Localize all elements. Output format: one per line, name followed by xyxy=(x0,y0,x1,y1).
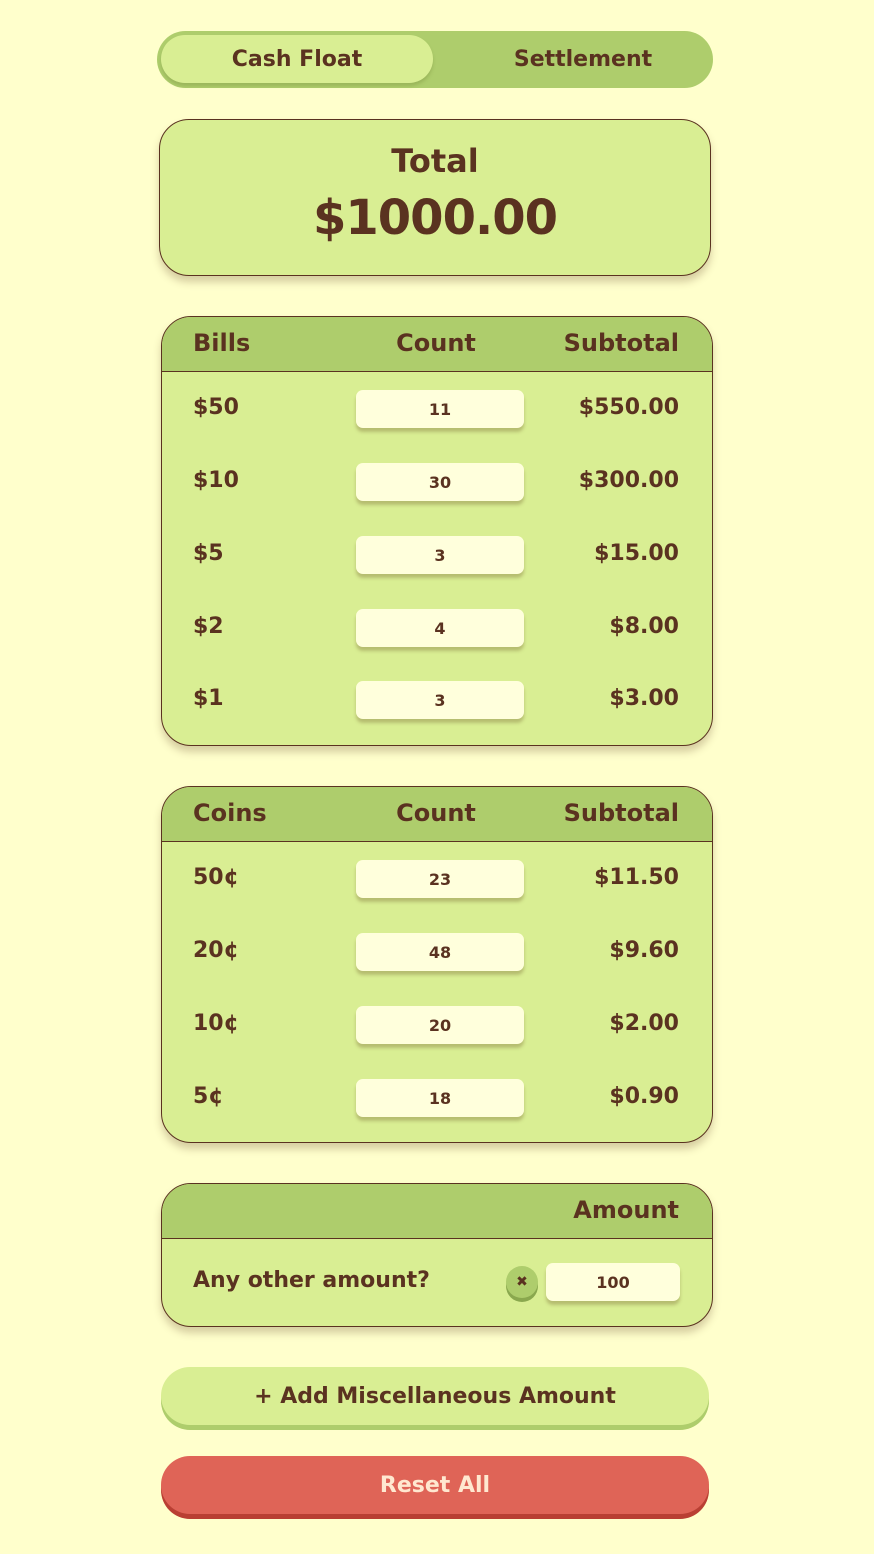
coins-header-subtotal: Subtotal xyxy=(563,799,679,827)
coins-table: Coins Count Subtotal 50¢ $11.50 20¢ $9.6… xyxy=(161,786,713,1143)
denomination-label: 5¢ xyxy=(193,1084,224,1109)
row-subtotal: $15.00 xyxy=(594,541,679,566)
misc-table-header: Amount xyxy=(162,1184,712,1239)
row-subtotal: $550.00 xyxy=(578,395,679,420)
total-card: Total $1000.00 xyxy=(159,119,711,276)
count-input[interactable] xyxy=(356,390,524,428)
misc-amount-label: Any other amount? xyxy=(193,1268,430,1293)
add-misc-amount-button[interactable]: + Add Miscellaneous Amount xyxy=(161,1367,709,1425)
misc-amount-table: Amount Any other amount? ✖ xyxy=(161,1183,713,1327)
bills-header-count: Count xyxy=(396,329,476,357)
bills-table-header: Bills Count Subtotal xyxy=(162,317,712,372)
denomination-label: $5 xyxy=(193,541,224,566)
count-input[interactable] xyxy=(356,463,524,501)
table-row: $1 $3.00 xyxy=(162,680,712,720)
count-input[interactable] xyxy=(356,609,524,647)
table-row: $5 $15.00 xyxy=(162,535,712,575)
clear-amount-button[interactable]: ✖ xyxy=(506,1266,538,1298)
bills-header-subtotal: Subtotal xyxy=(563,329,679,357)
row-subtotal: $2.00 xyxy=(609,1011,679,1036)
denomination-label: 20¢ xyxy=(193,938,239,963)
reset-all-button[interactable]: Reset All xyxy=(161,1456,709,1514)
count-input[interactable] xyxy=(356,1006,524,1044)
total-value: $1000.00 xyxy=(312,190,558,246)
table-row: $10 $300.00 xyxy=(162,462,712,502)
denomination-label: 50¢ xyxy=(193,865,239,890)
misc-header-amount: Amount xyxy=(573,1196,679,1224)
table-row: $2 $8.00 xyxy=(162,608,712,648)
denomination-label: 10¢ xyxy=(193,1011,239,1036)
cash-counter-app: Cash Float Settlement Total $1000.00 Bil… xyxy=(0,0,874,1554)
table-row: 10¢ $2.00 xyxy=(162,1005,712,1045)
close-icon: ✖ xyxy=(516,1274,528,1290)
coins-header-label: Coins xyxy=(193,799,267,827)
table-row: 50¢ $11.50 xyxy=(162,859,712,899)
denomination-label: $50 xyxy=(193,395,239,420)
count-input[interactable] xyxy=(356,933,524,971)
row-subtotal: $11.50 xyxy=(594,865,679,890)
bills-table: Bills Count Subtotal $50 $550.00 $10 $30… xyxy=(161,316,713,746)
row-subtotal: $9.60 xyxy=(609,938,679,963)
count-input[interactable] xyxy=(356,860,524,898)
table-row: 20¢ $9.60 xyxy=(162,932,712,972)
tab-bar: Cash Float Settlement xyxy=(157,31,713,88)
misc-amount-input[interactable] xyxy=(546,1263,680,1301)
table-row: 5¢ $0.90 xyxy=(162,1078,712,1118)
tab-settlement[interactable]: Settlement xyxy=(453,35,713,83)
bills-header-label: Bills xyxy=(193,329,251,357)
row-subtotal: $300.00 xyxy=(578,468,679,493)
coins-header-count: Count xyxy=(396,799,476,827)
count-input[interactable] xyxy=(356,681,524,719)
denomination-label: $2 xyxy=(193,614,224,639)
tab-cash-float[interactable]: Cash Float xyxy=(161,35,433,83)
row-subtotal: $0.90 xyxy=(609,1084,679,1109)
denomination-label: $1 xyxy=(193,686,224,711)
denomination-label: $10 xyxy=(193,468,239,493)
coins-table-header: Coins Count Subtotal xyxy=(162,787,712,842)
count-input[interactable] xyxy=(356,1079,524,1117)
count-input[interactable] xyxy=(356,536,524,574)
table-row: $50 $550.00 xyxy=(162,389,712,429)
row-subtotal: $3.00 xyxy=(609,686,679,711)
total-label: Total xyxy=(391,142,479,180)
row-subtotal: $8.00 xyxy=(609,614,679,639)
